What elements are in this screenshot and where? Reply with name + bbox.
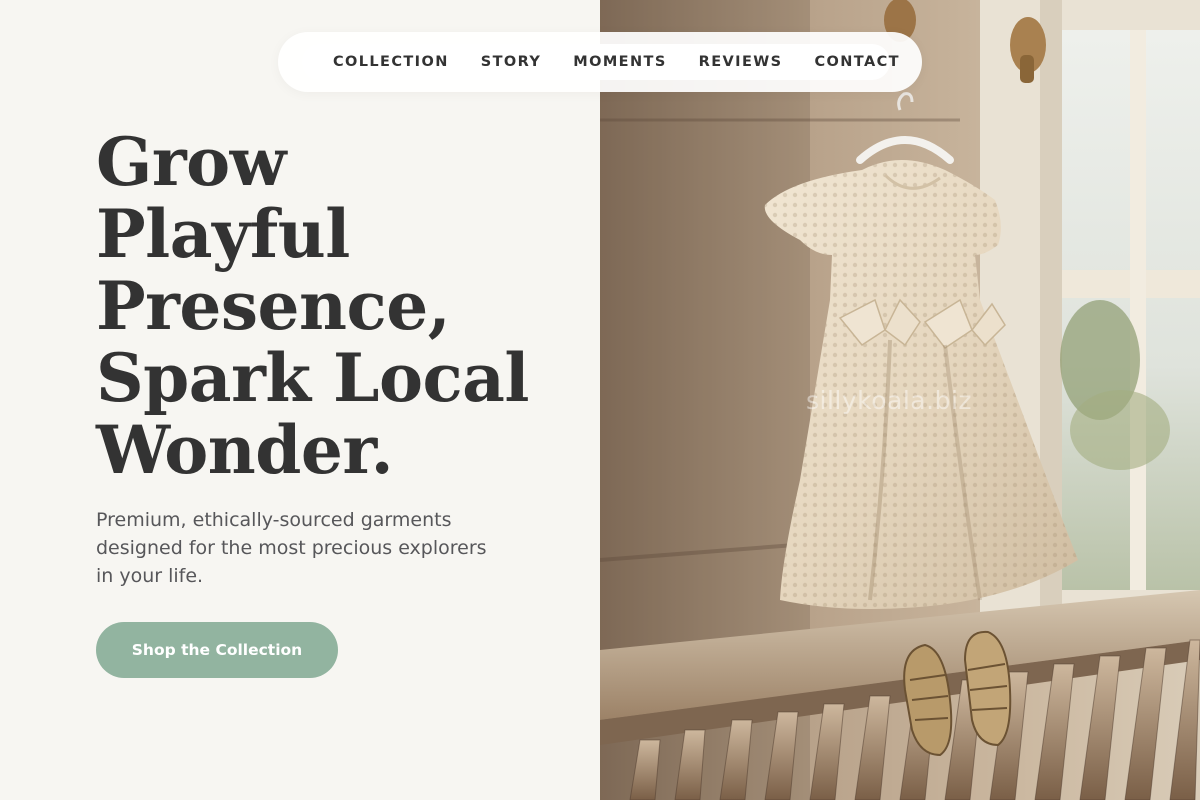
top-navigation: COLLECTION STORY MOMENTS REVIEWS CONTACT: [278, 32, 922, 92]
nav-link-contact[interactable]: CONTACT: [815, 54, 900, 70]
hero-title-line: Wonder.: [96, 411, 394, 489]
hero-title-line: Spark Local: [96, 339, 530, 417]
hero-left-panel: Grow Playful Presence, Spark Local Wonde…: [0, 0, 600, 800]
hero-photo: sillykoala.biz: [600, 0, 1200, 800]
nav-link-collection[interactable]: COLLECTION: [333, 54, 449, 70]
hero-title-line: Presence,: [96, 267, 451, 345]
hero-subtitle: Premium, ethically-sourced garments desi…: [96, 509, 487, 587]
nav-link-story[interactable]: STORY: [481, 54, 542, 70]
hero-title-line: Grow: [96, 123, 286, 201]
nav-links: COLLECTION STORY MOMENTS REVIEWS CONTACT: [333, 32, 900, 92]
hero-title: Grow Playful Presence, Spark Local Wonde…: [96, 126, 576, 486]
nav-link-moments[interactable]: MOMENTS: [573, 54, 666, 70]
hero-title-line: Playful: [96, 195, 350, 273]
photo-watermark: sillykoala.biz: [806, 386, 973, 415]
shop-collection-button[interactable]: Shop the Collection: [96, 622, 338, 678]
nav-link-reviews[interactable]: REVIEWS: [699, 54, 783, 70]
page: Grow Playful Presence, Spark Local Wonde…: [0, 0, 1200, 800]
